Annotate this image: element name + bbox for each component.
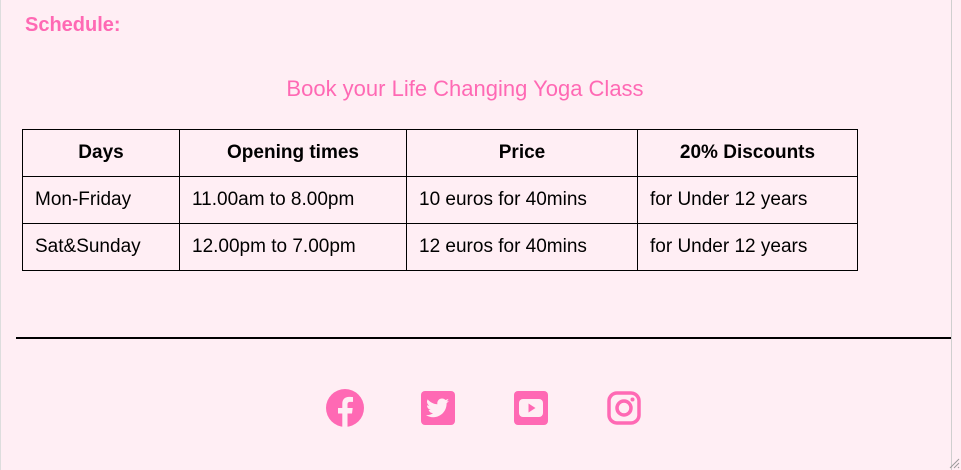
cell-days: Sat&Sunday — [22, 223, 180, 271]
schedule-heading: Schedule: — [25, 14, 121, 36]
page: Schedule: Book your Life Changing Yoga C… — [0, 0, 952, 470]
cell-days: Mon-Friday — [22, 176, 180, 224]
facebook-link[interactable] — [323, 386, 367, 430]
booking-subtitle: Book your Life Changing Yoga Class — [286, 76, 644, 101]
header-price: Price — [406, 129, 638, 177]
cell-price: 10 euros for 40mins — [406, 176, 638, 224]
twitter-icon — [421, 391, 455, 425]
schedule-table: Days Opening times Price 20% Discounts M… — [22, 129, 858, 271]
cell-discount: for Under 12 years — [637, 223, 858, 271]
cell-opening-times: 12.00pm to 7.00pm — [179, 223, 407, 271]
table-row: Sat&Sunday 12.00pm to 7.00pm 12 euros fo… — [22, 223, 858, 271]
instagram-link[interactable] — [602, 386, 646, 430]
cell-opening-times: 11.00am to 8.00pm — [179, 176, 407, 224]
header-opening-times: Opening times — [179, 129, 407, 177]
window-edge — [951, 0, 961, 470]
instagram-icon — [607, 391, 641, 425]
resize-grip-icon[interactable] — [948, 457, 960, 469]
header-discounts: 20% Discounts — [637, 129, 858, 177]
header-days: Days — [22, 129, 180, 177]
table-header-row: Days Opening times Price 20% Discounts — [22, 129, 858, 177]
twitter-link[interactable] — [416, 386, 460, 430]
youtube-link[interactable] — [509, 386, 553, 430]
cell-discount: for Under 12 years — [637, 176, 858, 224]
facebook-icon — [326, 389, 364, 427]
table-row: Mon-Friday 11.00am to 8.00pm 10 euros fo… — [22, 176, 858, 224]
footer-divider — [16, 337, 951, 339]
social-links — [323, 386, 646, 430]
cell-price: 12 euros for 40mins — [406, 223, 638, 271]
youtube-icon — [514, 391, 548, 425]
